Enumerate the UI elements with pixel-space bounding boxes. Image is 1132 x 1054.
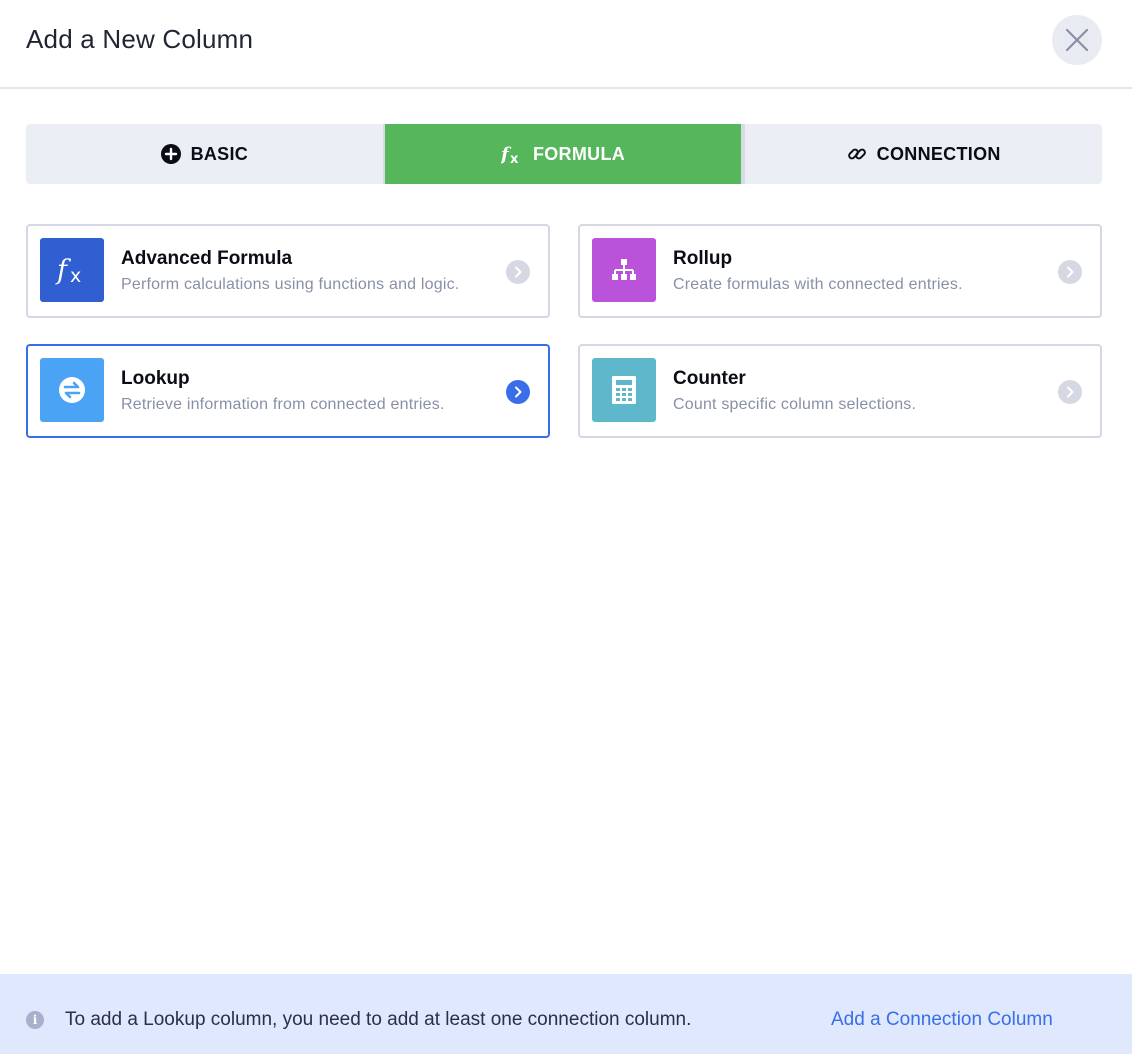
card-title: Counter: [673, 368, 746, 389]
tab-label: CONNECTION: [876, 143, 1001, 164]
svg-text:x: x: [70, 265, 81, 287]
info-message: To add a Lookup column, you need to add …: [65, 1009, 692, 1030]
column-type-tabs: BASIC f x FORMULA CONNECTION: [26, 124, 1102, 184]
fx-icon: f x: [40, 238, 104, 302]
info-banner: i To add a Lookup column, you need to ad…: [0, 974, 1132, 1054]
chevron-right-icon: [506, 260, 530, 284]
chevron-right-icon: [1058, 260, 1082, 284]
card-description: Count specific column selections.: [673, 396, 917, 413]
add-connection-column-link[interactable]: Add a Connection Column: [831, 1009, 1053, 1031]
tab-label: FORMULA: [532, 143, 626, 164]
card-title: Advanced Formula: [121, 248, 293, 269]
card-rollup[interactable]: Rollup Create formulas with connected en…: [578, 224, 1102, 318]
close-icon: [1065, 28, 1089, 52]
tab-basic[interactable]: BASIC: [26, 124, 383, 184]
close-button[interactable]: [1052, 15, 1102, 65]
card-counter[interactable]: Counter Count specific column selections…: [578, 344, 1102, 438]
chevron-right-icon: [1058, 380, 1082, 404]
tab-formula[interactable]: f x FORMULA: [382, 124, 744, 184]
chevron-right-icon: [506, 380, 530, 404]
plus-circle-icon: [160, 144, 181, 164]
card-advanced-formula[interactable]: f x Advanced Formula Perform calculation…: [26, 224, 550, 318]
info-icon: i: [26, 1011, 44, 1029]
svg-text:x: x: [510, 152, 519, 165]
hierarchy-icon: [592, 238, 656, 302]
card-description: Create formulas with connected entries.: [673, 276, 963, 293]
card-title: Lookup: [121, 368, 190, 389]
tab-connection[interactable]: CONNECTION: [743, 124, 1102, 184]
card-description: Perform calculations using functions and…: [121, 276, 460, 293]
modal-title: Add a New Column: [26, 24, 254, 54]
card-title: Rollup: [673, 248, 733, 269]
fx-icon: f x: [501, 143, 523, 165]
swap-arrows-icon: [40, 358, 104, 422]
svg-text:f: f: [55, 255, 71, 286]
tab-label: BASIC: [190, 143, 249, 164]
link-icon: [847, 144, 867, 164]
modal-header: Add a New Column: [0, 0, 1132, 89]
card-lookup[interactable]: Lookup Retrieve information from connect…: [26, 344, 550, 438]
calculator-icon: [592, 358, 656, 422]
card-description: Retrieve information from connected entr…: [121, 396, 445, 413]
